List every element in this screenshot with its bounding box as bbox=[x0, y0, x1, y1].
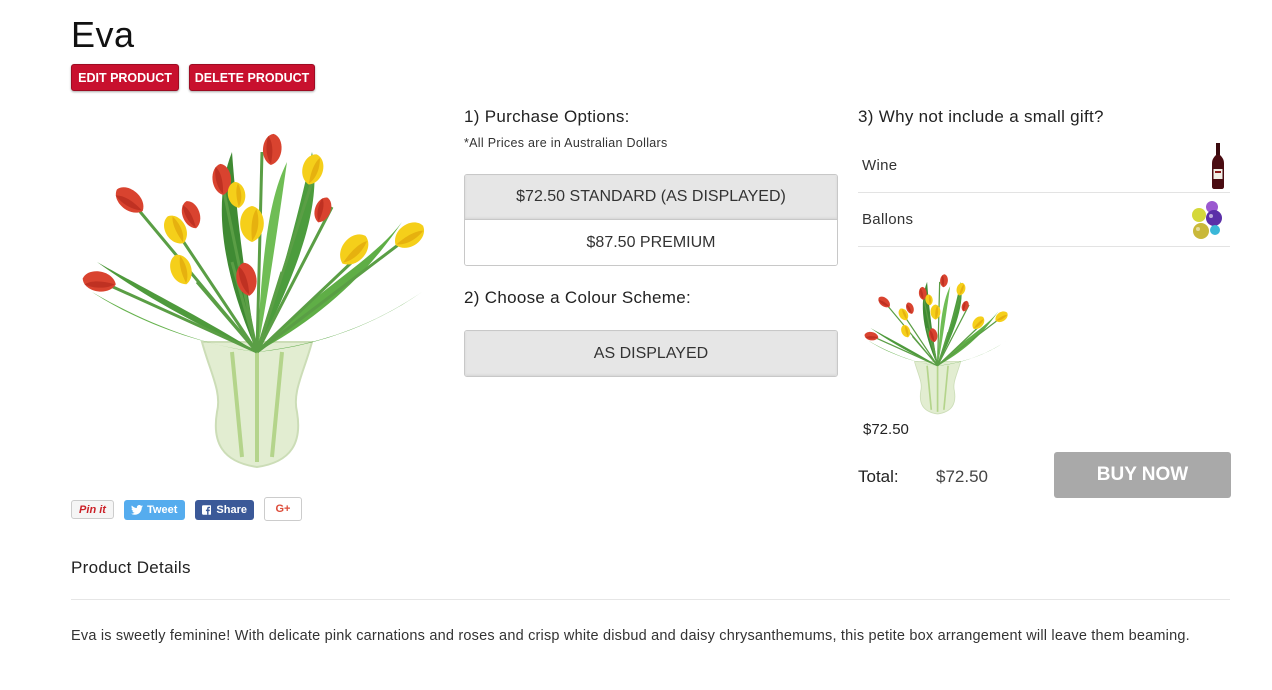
colour-scheme-group: AS DISPLAYED bbox=[464, 330, 838, 377]
wine-bottle-icon bbox=[1212, 142, 1224, 189]
product-details-heading: Product Details bbox=[71, 558, 191, 577]
facebook-share-button[interactable]: Share bbox=[195, 500, 254, 520]
product-main-image[interactable] bbox=[72, 112, 444, 474]
option-standard[interactable]: $72.50 STANDARD (AS DISPLAYED) bbox=[465, 175, 837, 220]
social-share-bar: Pin it Tweet Share G+ bbox=[71, 497, 302, 521]
purchase-options-heading: 1) Purchase Options: bbox=[464, 107, 630, 126]
twitter-bird-icon bbox=[131, 505, 143, 515]
gift-item-wine[interactable]: Wine bbox=[858, 139, 1230, 193]
tweet-label: Tweet bbox=[147, 504, 178, 516]
details-divider bbox=[71, 599, 1230, 600]
purchase-options-group: $72.50 STANDARD (AS DISPLAYED) $87.50 PR… bbox=[464, 174, 838, 266]
pinterest-button[interactable]: Pin it bbox=[71, 500, 114, 519]
edit-product-button[interactable]: EDIT PRODUCT bbox=[71, 64, 179, 91]
colour-scheme-heading: 2) Choose a Colour Scheme: bbox=[464, 288, 692, 307]
gift-heading: 3) Why not include a small gift? bbox=[858, 107, 1104, 126]
tweet-button[interactable]: Tweet bbox=[124, 500, 185, 520]
colour-option-as-displayed[interactable]: AS DISPLAYED bbox=[465, 331, 837, 376]
total-label: Total: bbox=[858, 467, 899, 486]
google-plus-button[interactable]: G+ bbox=[264, 497, 302, 521]
facebook-icon bbox=[202, 505, 212, 515]
share-label: Share bbox=[216, 504, 247, 516]
product-description: Eva is sweetly feminine! With delicate p… bbox=[71, 628, 1190, 644]
gift-label-wine: Wine bbox=[862, 157, 898, 174]
buy-now-button[interactable]: BUY NOW bbox=[1054, 452, 1231, 498]
selected-product-thumbnail bbox=[860, 262, 1016, 420]
gift-item-balloons[interactable]: Ballons bbox=[858, 193, 1230, 247]
total-value: $72.50 bbox=[936, 467, 988, 486]
delete-product-button[interactable]: DELETE PRODUCT bbox=[189, 64, 315, 91]
product-title: Eva bbox=[71, 14, 135, 55]
currency-note: *All Prices are in Australian Dollars bbox=[464, 136, 668, 150]
pinit-label: Pin it bbox=[79, 503, 106, 516]
gift-label-balloons: Ballons bbox=[862, 211, 914, 228]
option-premium[interactable]: $87.50 PREMIUM bbox=[465, 220, 837, 265]
thumbnail-price: $72.50 bbox=[863, 421, 909, 438]
google-plus-label: G+ bbox=[275, 503, 291, 515]
balloons-icon bbox=[1192, 200, 1222, 239]
